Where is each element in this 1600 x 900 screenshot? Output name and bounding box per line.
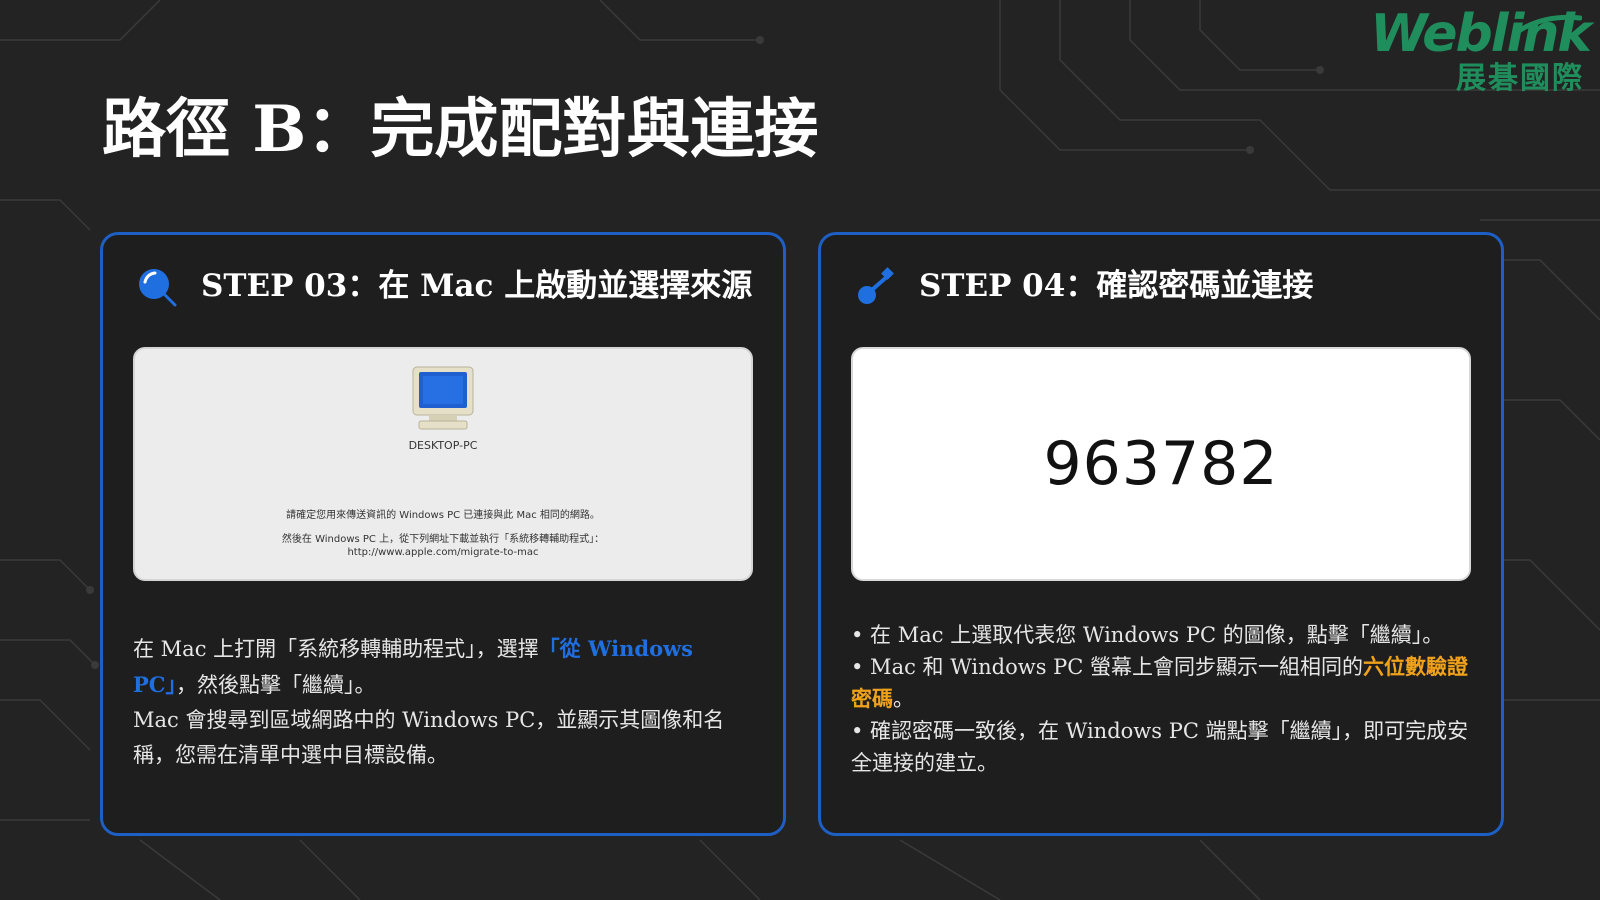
step04-bullet-2-text: • Mac 和 Windows PC 螢幕上會同步顯示一組相同的: [851, 655, 1364, 679]
step04-bullet-3: • 確認密碼一致後，在 Windows PC 端點擊「繼續」，即可完成安全連接的…: [851, 719, 1469, 775]
pc-monitor-icon[interactable]: [409, 365, 477, 431]
page-title: 路徑 B：完成配對與連接: [102, 92, 819, 167]
migration-assistant-screenshot: DESKTOP-PC 請確定您用來傳送資訊的 Windows PC 已連接與此 …: [133, 347, 753, 581]
step03-para2: Mac 會搜尋到區域網路中的 Windows PC，並顯示其圖像和名稱，您需在清…: [133, 708, 725, 767]
verification-code-box: 963782: [851, 347, 1471, 581]
step04-title: STEP 04：確認密碼並連接: [919, 268, 1314, 304]
search-icon: [139, 269, 177, 307]
step04-bullet-2-end: 。: [893, 687, 914, 711]
key-icon: [858, 267, 894, 304]
step04-card: STEP 04：確認密碼並連接 963782 • 在 Mac 上選取代表您 Wi…: [818, 232, 1504, 836]
step03-para1: 在 Mac 上打開「系統移轉輔助程式」，選擇「從 Windows PC」，然後點…: [133, 631, 753, 703]
step03-text-part2: ，然後點擊「繼續」。: [176, 673, 376, 697]
step03-description: 在 Mac 上打開「系統移轉輔助程式」，選擇「從 Windows PC」，然後點…: [133, 631, 753, 773]
step04-description: • 在 Mac 上選取代表您 Windows PC 的圖像，點擊「繼續」。 • …: [851, 619, 1471, 779]
device-name-label: DESKTOP-PC: [408, 439, 478, 452]
logo-subtitle: 展碁國際: [1456, 61, 1584, 96]
logo-swoosh-icon: [1512, 14, 1582, 37]
migrate-url: http://www.apple.com/migrate-to-mac: [347, 547, 539, 558]
step04-bullet-2: • Mac 和 Windows PC 螢幕上會同步顯示一組相同的六位數驗證密碼。: [851, 651, 1471, 715]
step03-card: STEP 03：在 Mac 上啟動並選擇來源 DESKTOP-PC 請確定您用來…: [100, 232, 786, 836]
step03-title: STEP 03：在 Mac 上啟動並選擇來源: [201, 268, 753, 304]
network-instruction: 請確定您用來傳送資訊的 Windows PC 已連接與此 Mac 相同的網路。: [286, 510, 600, 521]
step04-bullet-1: • 在 Mac 上選取代表您 Windows PC 的圖像，點擊「繼續」。: [851, 623, 1444, 647]
step03-text-part1: 在 Mac 上打開「系統移轉輔助程式」，選擇: [133, 637, 539, 661]
weblink-logo: Weblink 展碁國際: [1350, 6, 1592, 106]
download-instruction: 然後在 Windows PC 上，從下列網址下載並執行「系統移轉輔助程式」：: [281, 534, 605, 545]
verification-code: 963782: [1043, 429, 1279, 499]
